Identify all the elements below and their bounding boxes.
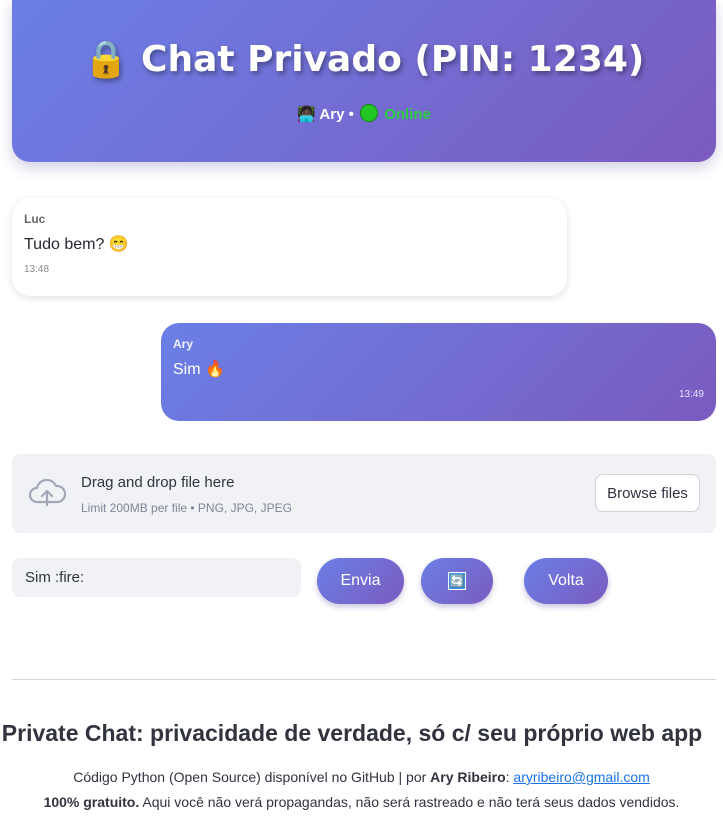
refresh-icon: 🔄	[448, 572, 466, 590]
message-time: 13:48	[24, 264, 50, 275]
author-name: Ary Ribeiro	[430, 769, 506, 785]
free-label: 100% gratuito.	[43, 794, 140, 810]
uploader-title: Drag and drop file here	[81, 474, 235, 491]
email-link[interactable]: aryribeiro@gmail.com	[513, 769, 649, 785]
divider	[12, 679, 716, 680]
message-sender: Luc	[24, 212, 46, 226]
status-label: Online	[384, 106, 431, 123]
message-bubble-received: Luc Tudo bem? 😁 13:48	[12, 198, 567, 296]
message-sender: Ary	[173, 337, 194, 351]
browse-files-button[interactable]: Browse files	[595, 474, 700, 512]
footer-title: Private Chat: privacidade de verdade, só…	[1, 720, 703, 746]
footer-credits: Código Python (Open Source) disponível n…	[0, 769, 723, 785]
disclaimer-text: Aqui você não verá propagandas, não será…	[139, 794, 680, 810]
message-text: Sim 🔥	[173, 361, 225, 378]
file-uploader[interactable]: Drag and drop file here Limit 200MB per …	[12, 454, 716, 533]
message-input[interactable]	[12, 558, 301, 597]
separator: •	[348, 106, 354, 123]
message-time: 13:49	[678, 389, 704, 400]
user-name: 👩🏿‍💻 Ary	[297, 106, 345, 123]
uploader-limits: Limit 200MB per file • PNG, JPG, JPEG	[81, 501, 292, 515]
credits-text: Código Python (Open Source) disponível n…	[73, 769, 431, 785]
message-bubble-sent: Ary Sim 🔥 13:49	[161, 323, 716, 421]
back-button[interactable]: Volta	[524, 558, 608, 604]
user-status: 👩🏿‍💻 Ary • Online	[12, 104, 716, 123]
cloud-upload-icon	[28, 478, 66, 507]
chat-header: 🔒 Chat Privado (PIN: 1234) 👩🏿‍💻 Ary • On…	[12, 0, 716, 162]
refresh-button[interactable]: 🔄	[421, 558, 493, 604]
online-dot-icon	[360, 104, 379, 122]
page-title: 🔒 Chat Privado (PIN: 1234)	[83, 39, 645, 80]
message-text: Tudo bem? 😁	[24, 236, 129, 253]
send-button[interactable]: Envia	[317, 558, 404, 604]
footer-disclaimer: 100% gratuito. Aqui você não verá propag…	[0, 794, 723, 810]
